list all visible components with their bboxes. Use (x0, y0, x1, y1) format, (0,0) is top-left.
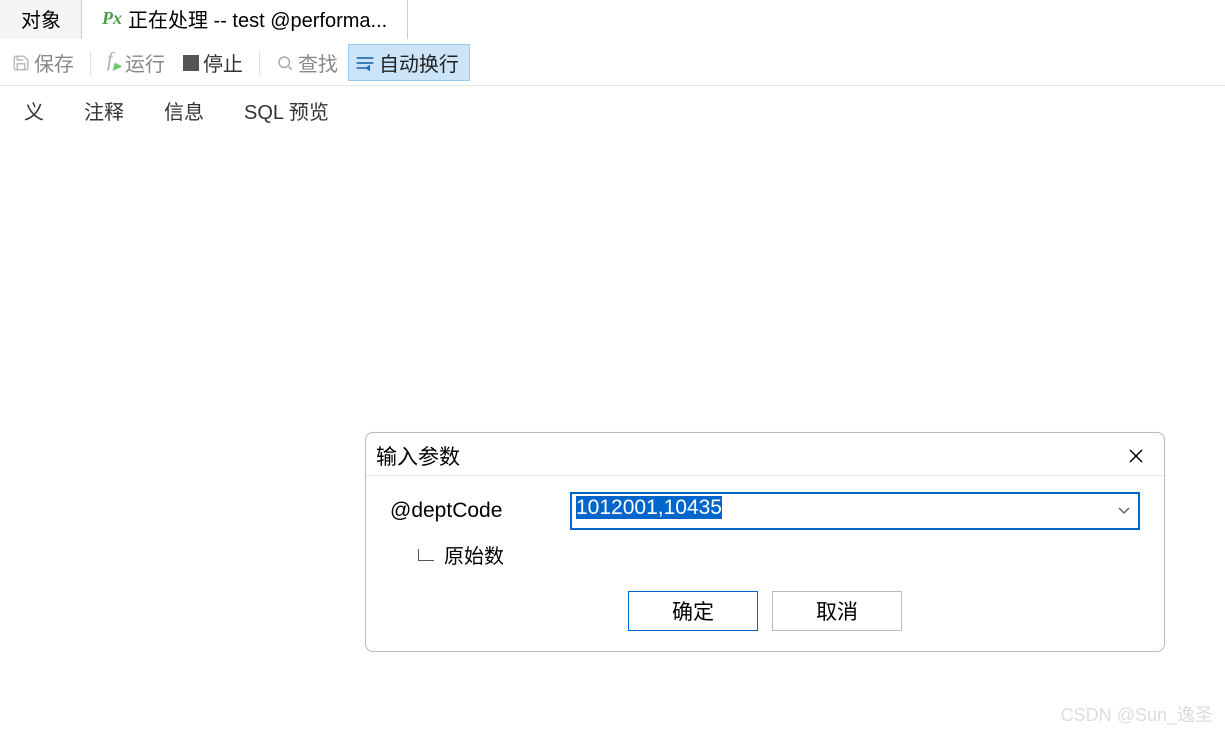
param-input-wrapper: 1012001,10435 (570, 492, 1140, 530)
save-button[interactable]: 保存 (4, 44, 82, 81)
close-button[interactable] (1122, 442, 1150, 470)
find-label: 查找 (298, 48, 338, 77)
content-area (0, 134, 1225, 434)
save-label: 保存 (34, 48, 74, 77)
tab-objects[interactable]: 对象 (0, 0, 82, 39)
autowrap-button[interactable]: 自动换行 (348, 44, 470, 81)
subtab-definition[interactable]: 义 (4, 88, 64, 133)
dialog-buttons: 确定 取消 (390, 591, 1140, 631)
function-run-icon: f▸ (107, 49, 121, 76)
tab-objects-label: 对象 (21, 4, 61, 33)
wrap-icon (355, 54, 375, 72)
run-label: 运行 (125, 48, 165, 77)
input-parameter-dialog: 输入参数 @deptCode 1012001,10435 原始数 确定 取消 (365, 432, 1165, 652)
autowrap-label: 自动换行 (379, 48, 459, 77)
separator (259, 51, 260, 75)
dialog-body: @deptCode 1012001,10435 原始数 确定 取消 (366, 476, 1164, 651)
subtab-sql-preview[interactable]: SQL 预览 (224, 88, 349, 133)
toolbar: 保存 f▸ 运行 停止 查找 自动换行 (0, 40, 1225, 86)
close-icon (1127, 447, 1145, 465)
watermark: CSDN @Sun_逸圣 (1061, 701, 1213, 727)
param-value: 1012001,10435 (576, 496, 722, 519)
stop-icon (183, 55, 199, 71)
param-row: @deptCode 1012001,10435 (390, 492, 1140, 530)
tab-processing-label: 正在处理 -- test @performa... (128, 4, 387, 33)
param-input[interactable]: 1012001,10435 (570, 492, 1140, 530)
search-icon (276, 54, 294, 72)
separator (90, 51, 91, 75)
raw-label: 原始数 (444, 540, 504, 569)
tab-processing[interactable]: Px 正在处理 -- test @performa... (81, 0, 408, 39)
subtabs: 义 注释 信息 SQL 预览 (0, 86, 1225, 134)
subtab-info[interactable]: 信息 (144, 88, 224, 133)
param-label: @deptCode (390, 499, 570, 523)
save-icon (12, 54, 30, 72)
find-button[interactable]: 查找 (268, 44, 346, 81)
window-tabs: 对象 Px 正在处理 -- test @performa... (0, 0, 1225, 40)
ok-button[interactable]: 确定 (628, 591, 758, 631)
run-button[interactable]: f▸ 运行 (99, 44, 173, 81)
checkbox-icon (418, 549, 434, 561)
stop-button[interactable]: 停止 (175, 44, 251, 81)
raw-checkbox-row[interactable]: 原始数 (418, 540, 1140, 569)
subtab-comment[interactable]: 注释 (64, 88, 144, 133)
stop-label: 停止 (203, 48, 243, 77)
cancel-button[interactable]: 取消 (772, 591, 902, 631)
dialog-titlebar: 输入参数 (366, 433, 1164, 476)
function-icon: Px (102, 8, 122, 29)
dialog-title: 输入参数 (376, 441, 460, 471)
